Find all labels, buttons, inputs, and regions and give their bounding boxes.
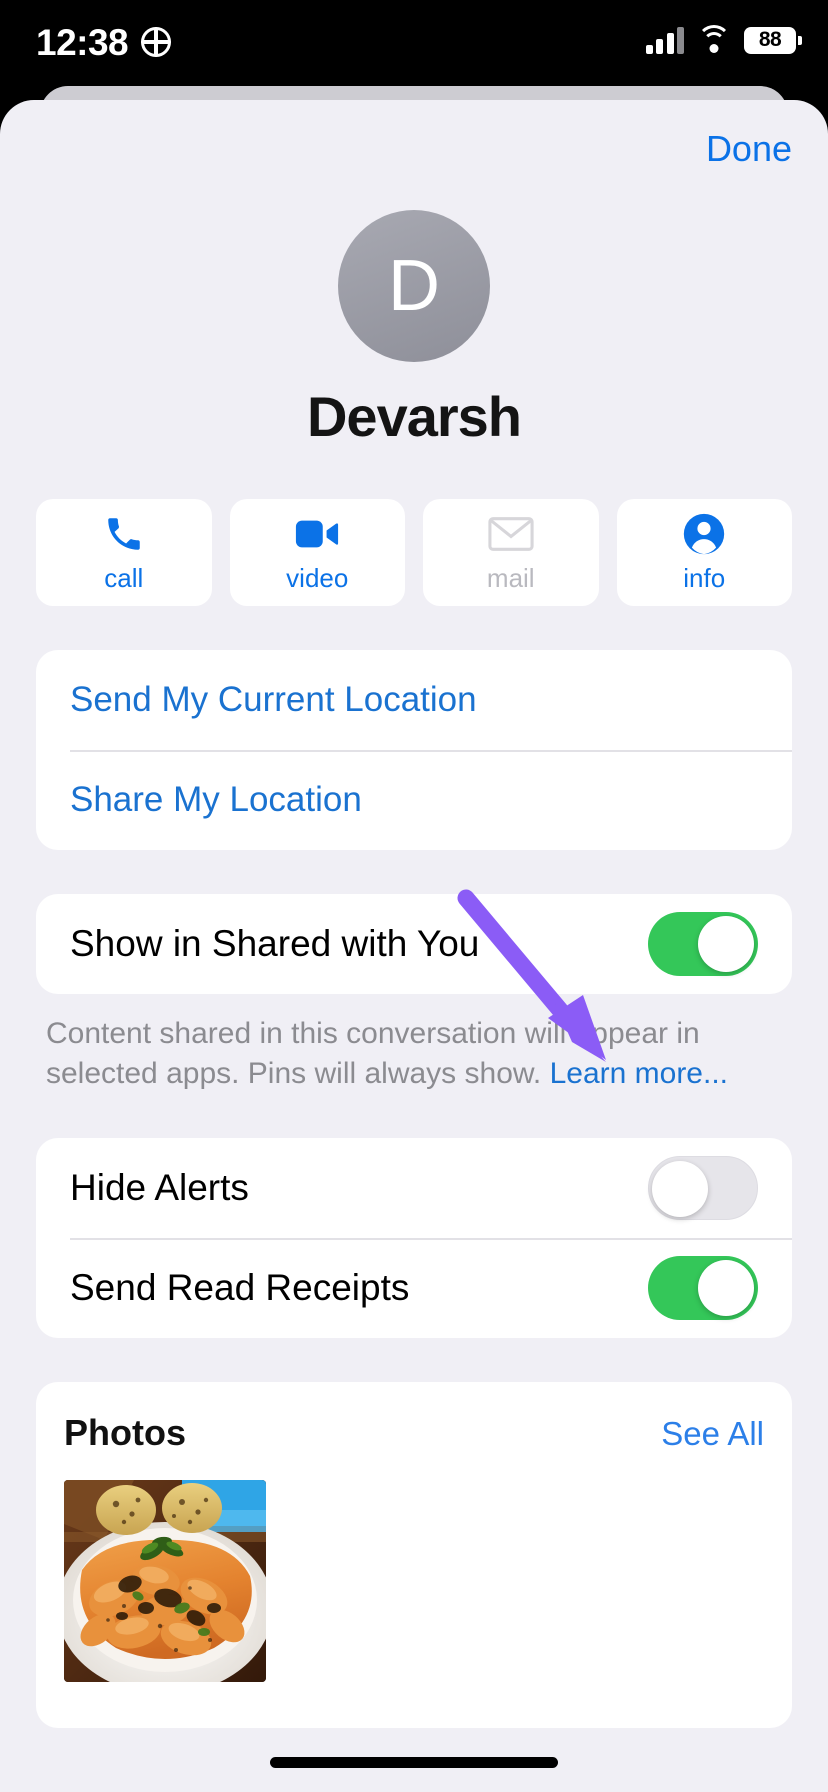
done-button[interactable]: Done: [706, 128, 792, 170]
toggle-knob: [698, 1260, 754, 1316]
hide-alerts-row[interactable]: Hide Alerts: [36, 1138, 792, 1238]
cellular-signal-icon: [645, 26, 684, 54]
wifi-icon: [697, 25, 731, 53]
send-read-receipts-toggle[interactable]: [648, 1256, 758, 1320]
send-current-location-row[interactable]: Send My Current Location: [36, 650, 792, 750]
show-in-shared-with-you-toggle[interactable]: [648, 912, 758, 976]
info-label: info: [683, 562, 726, 593]
status-bar-indicators: 88: [645, 25, 802, 54]
hide-alerts-toggle[interactable]: [648, 1156, 758, 1220]
sheet-header: Done: [0, 100, 828, 192]
phone-icon: [103, 512, 145, 556]
call-label: call: [104, 562, 144, 593]
status-bar-time: 12:38: [36, 22, 129, 63]
send-current-location-label: Send My Current Location: [70, 680, 477, 719]
toggle-knob: [698, 916, 754, 972]
location-card: Send My Current Location Share My Locati…: [36, 650, 792, 850]
contact-details-sheet: Done D Devarsh call video mail info Send…: [0, 100, 828, 1792]
quick-actions-row: call video mail info: [36, 499, 792, 606]
avatar[interactable]: D: [338, 210, 490, 362]
video-label: video: [286, 562, 349, 593]
battery-indicator: 88: [744, 26, 802, 54]
alerts-card: Hide Alerts Send Read Receipts: [36, 1138, 792, 1338]
mail-button: mail: [423, 499, 599, 606]
share-my-location-label: Share My Location: [70, 780, 362, 819]
toggle-knob: [652, 1161, 708, 1217]
show-in-shared-with-you-label: Show in Shared with You: [70, 923, 480, 964]
send-read-receipts-label: Send Read Receipts: [70, 1267, 410, 1308]
person-circle-icon: [682, 512, 726, 556]
photo-thumbnail[interactable]: [64, 1480, 266, 1682]
share-my-location-row[interactable]: Share My Location: [36, 750, 792, 850]
contact-name: Devarsh: [306, 385, 522, 448]
mail-label: mail: [486, 562, 535, 593]
video-button[interactable]: video: [229, 499, 405, 606]
home-indicator: [270, 1757, 558, 1768]
photos-title: Photos: [64, 1412, 186, 1453]
info-button[interactable]: info: [616, 499, 792, 606]
see-all-link[interactable]: See All: [661, 1415, 764, 1453]
mail-icon: [488, 512, 534, 556]
status-bar: 12:38 88: [0, 0, 828, 88]
photos-card: Photos See All: [36, 1382, 792, 1728]
photos-header: Photos See All: [64, 1412, 764, 1454]
hide-alerts-label: Hide Alerts: [70, 1167, 249, 1208]
learn-more-link[interactable]: Learn more...: [550, 1057, 728, 1090]
video-icon: [294, 512, 340, 556]
send-read-receipts-row[interactable]: Send Read Receipts: [36, 1238, 792, 1338]
show-in-shared-with-you-row[interactable]: Show in Shared with You: [36, 894, 792, 994]
contact-avatar-section: D: [0, 210, 828, 362]
globe-icon: [141, 27, 171, 57]
shared-with-you-footnote: Content shared in this conversation will…: [46, 1014, 782, 1094]
call-button[interactable]: call: [36, 499, 212, 606]
shared-with-you-card: Show in Shared with You: [36, 894, 792, 994]
